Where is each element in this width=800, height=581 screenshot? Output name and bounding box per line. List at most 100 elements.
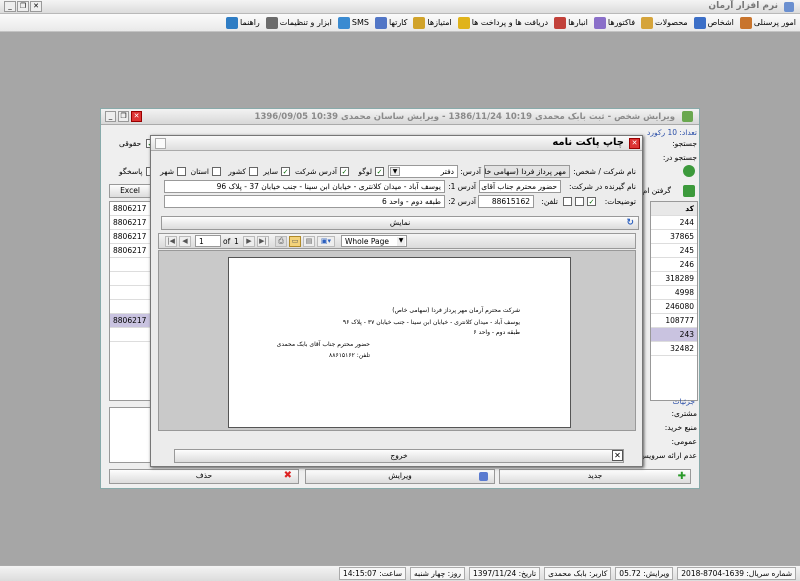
table-row[interactable]: [110, 328, 150, 342]
province-checkbox[interactable]: [177, 167, 186, 176]
menu-item-tools[interactable]: ابزار و تنظیمات: [265, 16, 332, 29]
menu-item-invoice[interactable]: فاکتورها: [593, 16, 635, 29]
person-window-close-icon[interactable]: ✕: [131, 111, 142, 122]
menu-item-users[interactable]: اشخاص: [693, 16, 734, 29]
address-type-select[interactable]: دفتر ▼: [388, 165, 458, 178]
general-label: عمومی:: [671, 437, 697, 446]
company-address-label: آدرس شرکت: [295, 167, 337, 176]
plus-icon: ✚: [677, 471, 686, 482]
menu-item-box[interactable]: محصولات: [641, 16, 688, 29]
menu-item-sms[interactable]: SMS: [337, 16, 369, 29]
table-row[interactable]: [110, 258, 150, 272]
dialog-title-bar: ✕ چاپ پاکت نامه: [151, 136, 642, 151]
last-page-icon[interactable]: ▶|: [257, 236, 269, 247]
table-row[interactable]: 246080: [651, 300, 697, 314]
excel-button[interactable]: Excel: [109, 184, 151, 198]
person-window-restore-icon[interactable]: ❐: [118, 111, 129, 122]
show-button[interactable]: نمایش ↻: [161, 216, 639, 230]
refresh-icon[interactable]: [683, 165, 695, 177]
table-row[interactable]: 8806217: [110, 244, 150, 258]
table-row[interactable]: [110, 286, 150, 300]
app-title: نرم افزار آرمان: [708, 1, 778, 11]
card-icon: [374, 16, 387, 29]
receiver-field[interactable]: حضور محترم جناب آقای بابک: [479, 180, 561, 193]
close-icon[interactable]: ✕: [30, 1, 42, 12]
phone-icon: [683, 185, 695, 197]
paper-line-address2: طبقه دوم - واحد ۶: [473, 329, 520, 336]
address-label: آدرس:: [460, 167, 481, 176]
table-row[interactable]: [110, 272, 150, 286]
menu-item-money[interactable]: دریافت ها و پرداخت ها: [457, 16, 548, 29]
next-page-icon[interactable]: ▶: [243, 236, 255, 247]
refresh-arrow-icon: ↻: [626, 218, 634, 228]
table-row[interactable]: 4998: [651, 286, 697, 300]
people-icon: [739, 16, 752, 29]
edit-button[interactable]: ویرایش: [305, 469, 495, 484]
page-setup-icon[interactable]: ▤: [303, 236, 315, 247]
menu-item-people[interactable]: امور پرسنلی: [739, 16, 796, 29]
notes-checkbox-2[interactable]: [575, 197, 584, 206]
logo-checkbox[interactable]: ✓: [340, 167, 349, 176]
table-row[interactable]: 8806217: [110, 216, 150, 230]
box-icon: [641, 16, 654, 29]
delete-button[interactable]: ✖ حذف: [109, 469, 299, 484]
address-checkbox[interactable]: ✓: [375, 167, 384, 176]
other-checkbox[interactable]: [249, 167, 258, 176]
restore-icon[interactable]: ❐: [17, 1, 29, 12]
dialog-title: چاپ پاکت نامه: [552, 137, 624, 148]
sms-icon: [337, 16, 350, 29]
table-row[interactable]: 318289: [651, 272, 697, 286]
page-layout-icon[interactable]: ▭: [289, 236, 301, 247]
zoom-select[interactable]: Whole Page ▼: [341, 235, 407, 247]
customer-label: مشتری:: [671, 409, 697, 418]
dialog-close-icon[interactable]: ✕: [629, 138, 640, 149]
minimize-icon[interactable]: _: [4, 1, 16, 12]
notes-checkbox-3[interactable]: [563, 197, 572, 206]
table-row[interactable]: 246: [651, 258, 697, 272]
table-row[interactable]: 32482: [651, 342, 697, 356]
notes-box[interactable]: [109, 407, 151, 463]
table-row[interactable]: 245: [651, 244, 697, 258]
first-page-icon[interactable]: |◀: [165, 236, 177, 247]
new-button[interactable]: ✚ جدید: [499, 469, 691, 484]
country-checkbox[interactable]: [212, 167, 221, 176]
paper-line-receiver: حضور محترم جناب آقای بابک محمدی: [276, 341, 370, 348]
menu-item-star[interactable]: امتیازها: [413, 16, 452, 29]
receiver-label: نام گیرنده در شرکت:: [569, 182, 636, 191]
report-viewer-toolbar: |◀ ◀ 1 of 1 ▶ ▶| ⎙ ▭ ▤ ▣▾ Whole Page ▼: [158, 233, 636, 249]
exit-button[interactable]: خروج: [174, 449, 624, 463]
table-row[interactable]: 8806217: [110, 202, 150, 216]
other-label: سایر: [263, 167, 278, 176]
envelope-preview: شرکت محترم آرمان مهر پرداز فردا (سهامی خ…: [228, 257, 571, 428]
table-row[interactable]: 8806217: [110, 314, 150, 328]
notes-label: توضیحات:: [604, 197, 636, 206]
clear-icon[interactable]: ✕: [612, 450, 623, 461]
page-number-input[interactable]: 1: [195, 235, 221, 247]
notes-checkbox-1[interactable]: ✓: [587, 197, 596, 206]
table-row[interactable]: 108777: [651, 314, 697, 328]
person-window-minimize-icon[interactable]: _: [105, 111, 116, 122]
table-row[interactable]: 243: [651, 328, 697, 342]
table-row[interactable]: 244: [651, 216, 697, 230]
phone-field[interactable]: 88615162: [478, 195, 534, 208]
address1-field[interactable]: یوسف آباد - میدان کلانتری - خیابان ابن س…: [164, 180, 445, 193]
phone-grid: 8806217 8806217 8806217 8806217 8806217: [109, 201, 151, 401]
company-address-checkbox[interactable]: ✓: [281, 167, 290, 176]
table-row[interactable]: 8806217: [110, 230, 150, 244]
table-row[interactable]: [110, 300, 150, 314]
export-icon[interactable]: ▣▾: [317, 236, 335, 247]
company-field[interactable]: مهر پرداز فردا (سهامی خاص): [484, 165, 570, 178]
country-label: کشور: [228, 167, 246, 176]
menu-item-card[interactable]: کارتها: [374, 16, 407, 29]
table-row[interactable]: 37865: [651, 230, 697, 244]
person-icon: [682, 111, 693, 122]
code-grid: کد 244 37865 245 246 318289 4998 246080 108777 2…: [650, 201, 698, 401]
address2-field[interactable]: طبقه دوم - واحد 6: [164, 195, 445, 208]
paper-line-company: شرکت محترم آرمان مهر پرداز فردا (سهامی خ…: [392, 307, 520, 314]
app-logo-icon: [784, 2, 794, 12]
menu-item-warehouse[interactable]: انبارها: [554, 16, 588, 29]
previous-page-icon[interactable]: ◀: [179, 236, 191, 247]
print-icon[interactable]: ⎙: [275, 236, 287, 247]
status-day: روز: چهار شنبه: [410, 567, 466, 580]
menu-item-help[interactable]: راهنما: [226, 16, 260, 29]
